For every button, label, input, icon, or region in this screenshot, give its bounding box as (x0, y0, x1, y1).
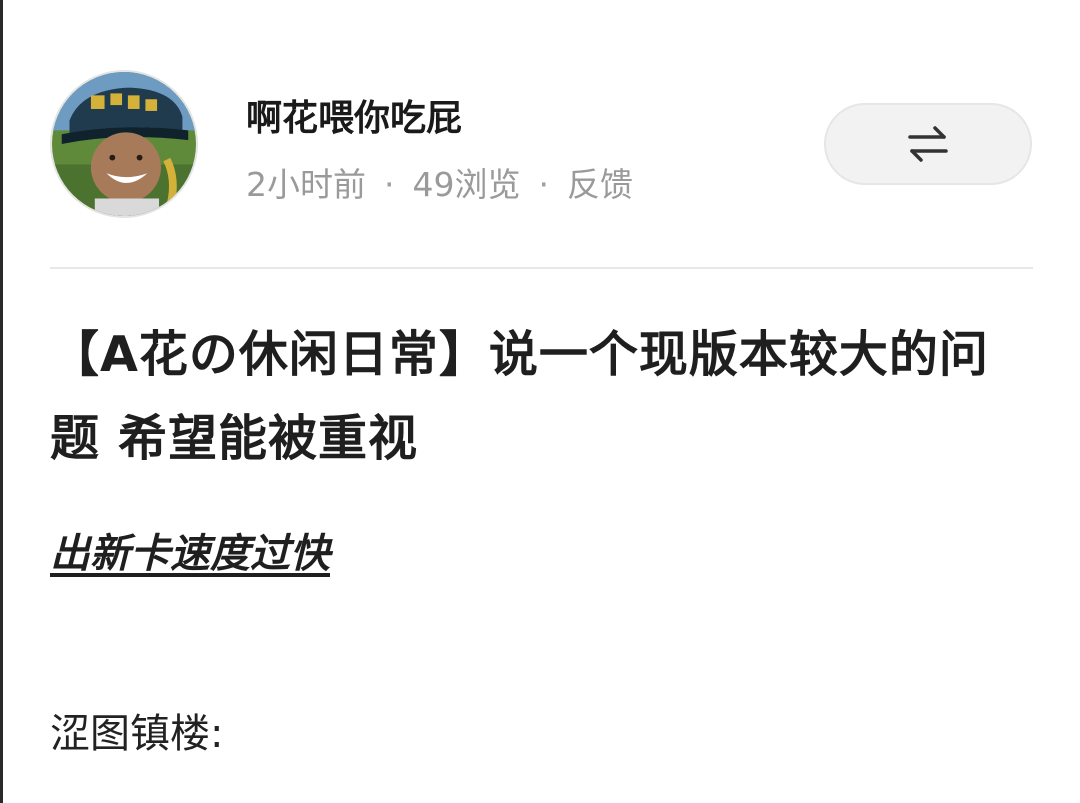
post-time: 2小时前 (246, 165, 366, 204)
view-count: 49浏览 (412, 165, 521, 204)
meta-separator: · (538, 165, 550, 204)
avatar[interactable] (50, 70, 198, 218)
header-divider (50, 267, 1033, 269)
meta-separator: · (384, 165, 395, 204)
post-meta: 2小时前 · 49浏览 · 反馈 (246, 164, 633, 206)
avatar-image (52, 72, 196, 216)
post-body-line: 涩图镇楼: (50, 711, 224, 757)
switch-button[interactable] (824, 103, 1032, 185)
username[interactable]: 啊花喂你吃屁 (246, 97, 462, 141)
post-title: 【A花の休闲日常】说一个现版本较大的问题 希望能被重视 (50, 326, 989, 467)
feedback-link[interactable]: 反馈 (567, 164, 633, 206)
swap-arrows-icon (908, 126, 948, 162)
post-subheading: 出新卡速度过快 (50, 531, 330, 577)
screen-edge (0, 0, 3, 803)
